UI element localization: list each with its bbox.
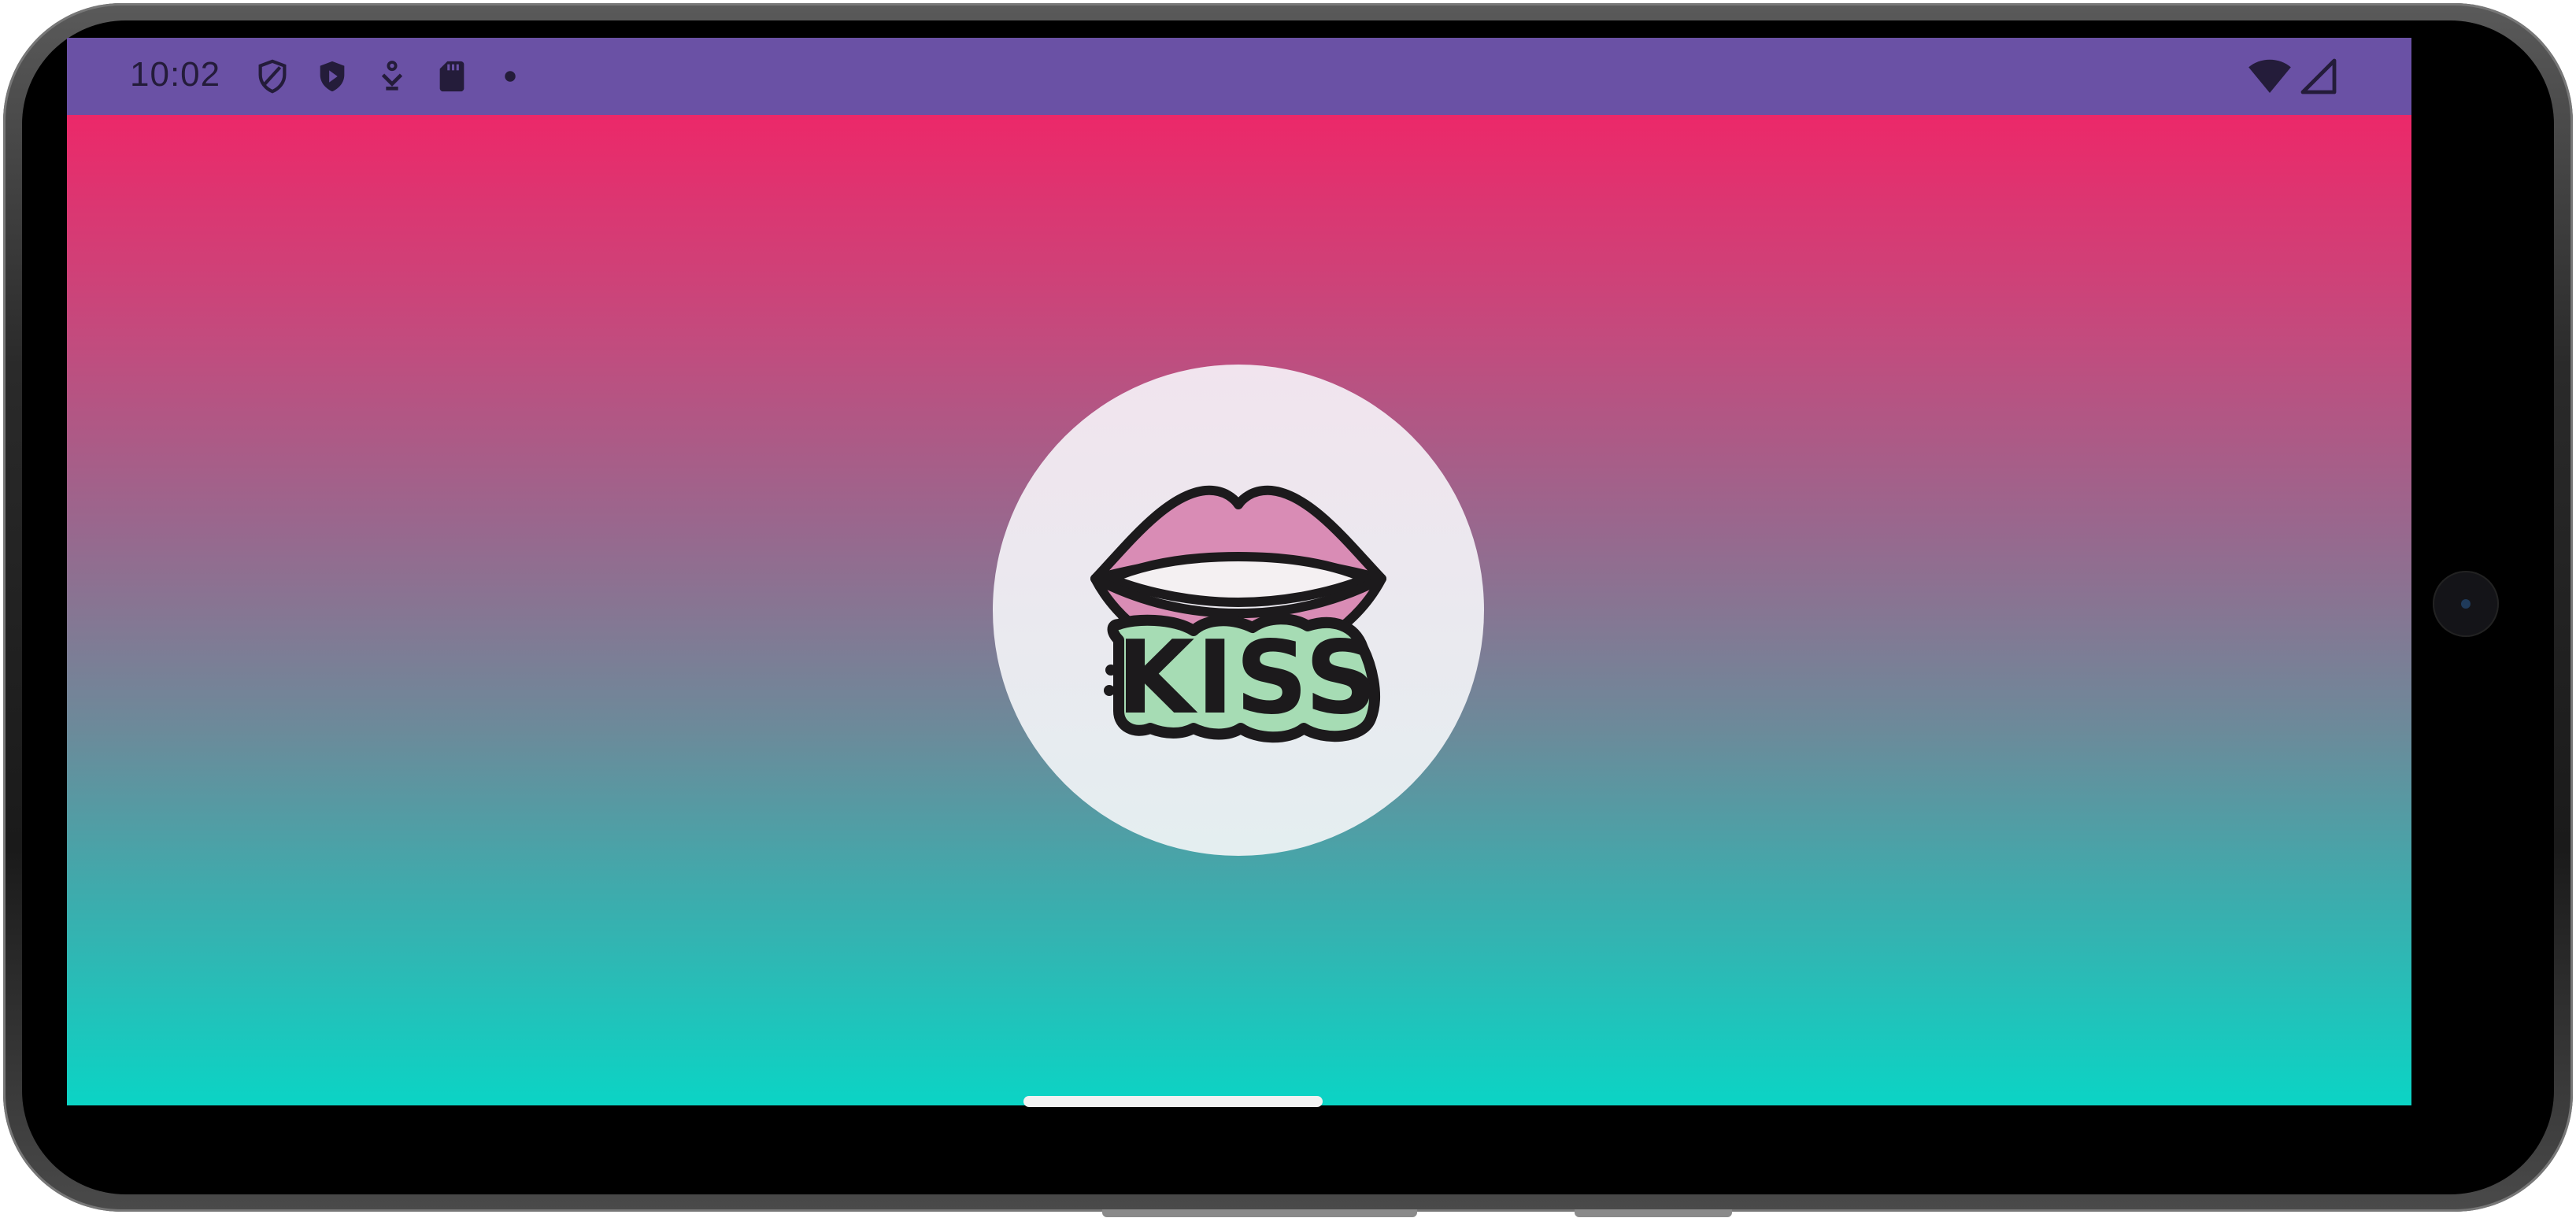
download-assistant-icon <box>381 61 403 91</box>
front-camera <box>2433 571 2499 637</box>
status-bar: 10:02 <box>67 38 2411 115</box>
logo-text: KISS <box>1116 620 1379 737</box>
sd-card-icon <box>439 61 464 92</box>
shield-play-icon <box>320 61 345 92</box>
camera-lens <box>2461 599 2471 609</box>
shield-outline-icon <box>258 59 287 94</box>
dot-icon <box>505 71 516 82</box>
power-button <box>1575 1209 1732 1217</box>
volume-button <box>1102 1209 1417 1217</box>
lips-icon: KISS <box>1090 485 1386 743</box>
phone-frame: 10:02 KISS <box>0 0 2576 1218</box>
status-time: 10:02 <box>130 55 221 94</box>
cell-signal-icon <box>2300 58 2337 94</box>
screen: 10:02 KISS <box>67 38 2411 1105</box>
home-indicator[interactable] <box>1023 1096 1323 1107</box>
splash-background: KISS <box>67 115 2411 1105</box>
app-logo: KISS <box>993 365 1484 856</box>
wifi-icon <box>2248 59 2291 93</box>
